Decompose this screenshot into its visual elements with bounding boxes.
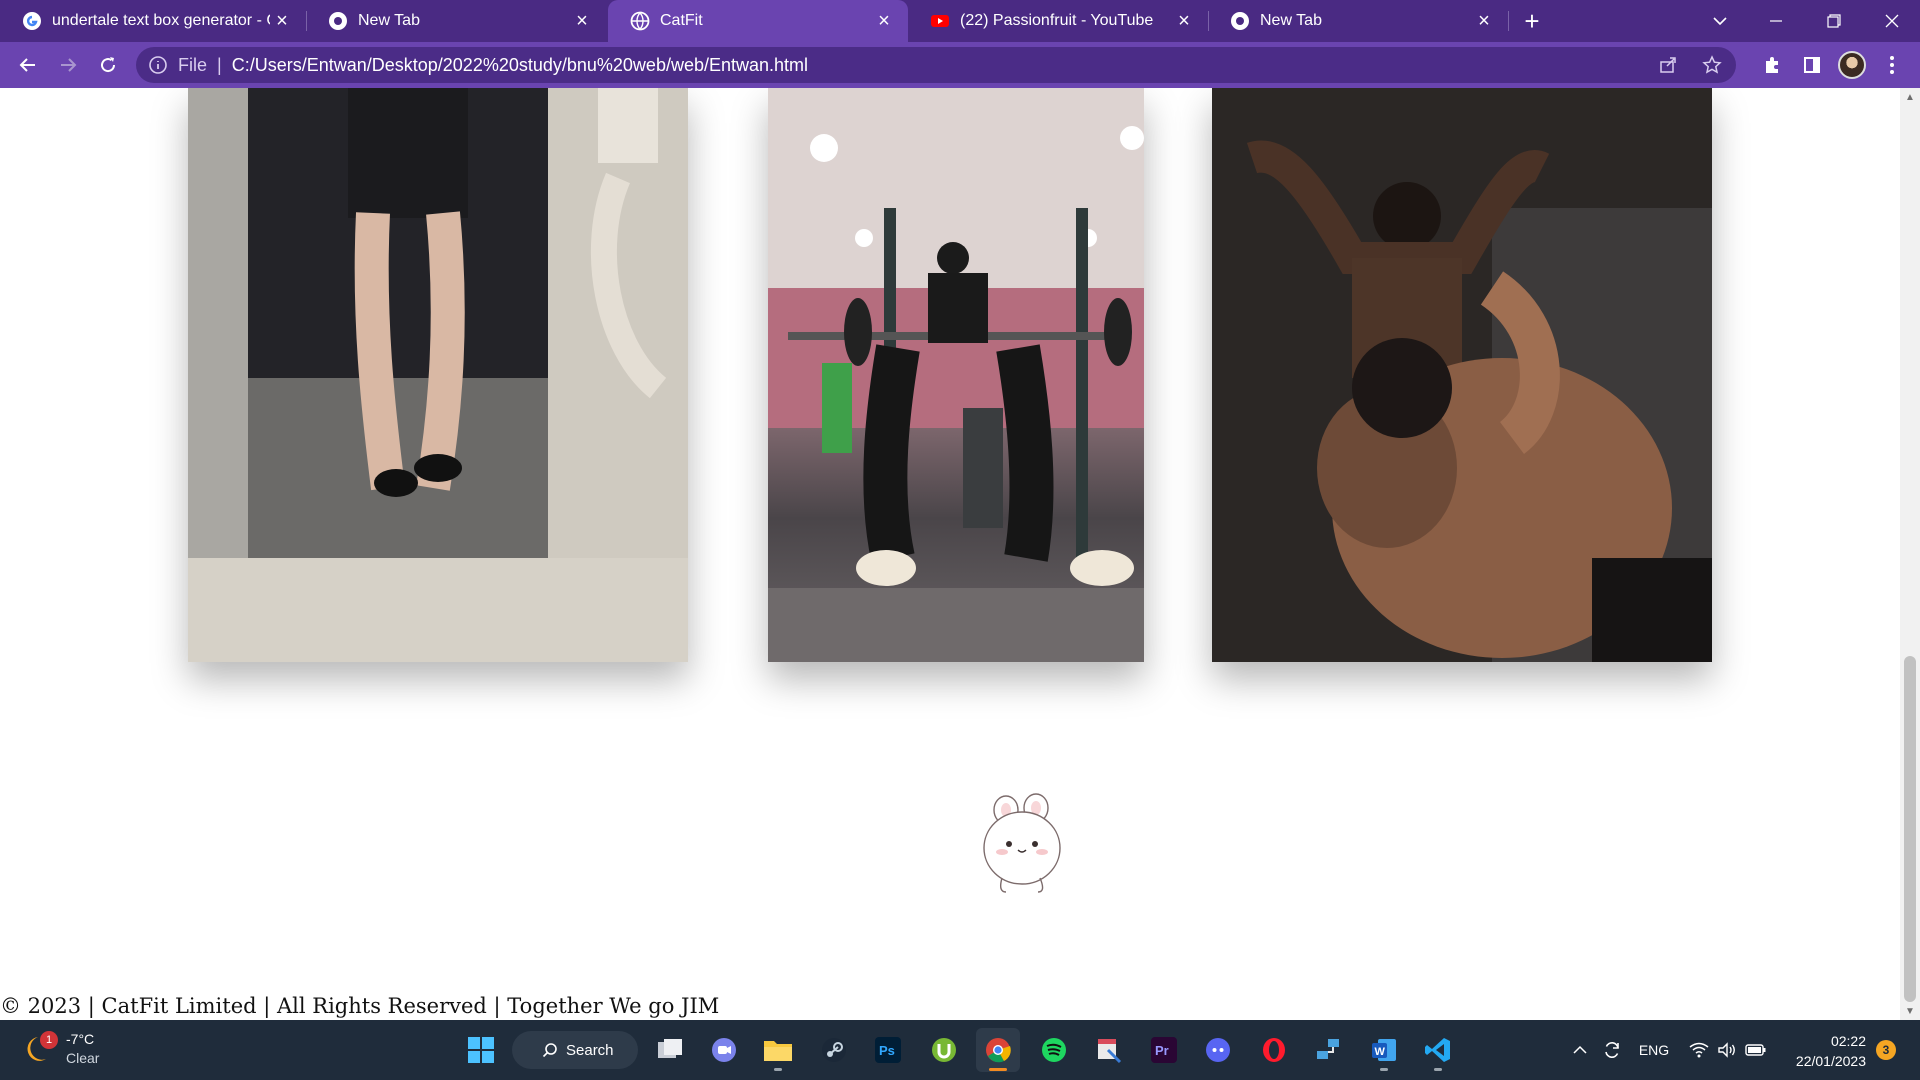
- tab-google-search[interactable]: undertale text box generator - Google Se…: [0, 0, 306, 42]
- globe-icon: [630, 11, 650, 31]
- tab-title: CatFit: [660, 12, 703, 29]
- photoshop-icon[interactable]: Ps: [866, 1028, 910, 1072]
- tab-title: undertale text box generator - Google Se…: [52, 12, 270, 29]
- file-explorer-icon[interactable]: [756, 1028, 800, 1072]
- side-panel-icon[interactable]: [1796, 49, 1828, 81]
- svg-text:W: W: [1375, 1046, 1386, 1058]
- legs-locker-room-photo: [188, 88, 688, 662]
- browser-tab-strip: undertale text box generator - Google Se…: [0, 0, 1920, 42]
- forward-arrow-icon[interactable]: [52, 49, 84, 81]
- chrome-taskbar-icon[interactable]: [976, 1028, 1020, 1072]
- address-divider: |: [217, 54, 222, 75]
- premiere-pro-icon[interactable]: Pr: [1142, 1028, 1186, 1072]
- steam-icon[interactable]: [812, 1028, 856, 1072]
- browser-toolbar: File | C:/Users/Entwan/Desktop/2022%20st…: [0, 42, 1920, 88]
- volume-icon[interactable]: [1716, 1038, 1738, 1062]
- weather-condition: Clear: [66, 1050, 100, 1066]
- close-tab-icon[interactable]: ×: [872, 9, 896, 33]
- browser-menu-icon[interactable]: [1876, 49, 1908, 81]
- bench-press-photo: [768, 88, 1144, 662]
- clock-date: 22/01/2023: [1795, 1053, 1866, 1069]
- taskbar-search-label: Search: [566, 1041, 614, 1059]
- spotify-icon[interactable]: [1032, 1028, 1076, 1072]
- sync-icon[interactable]: [1600, 1038, 1624, 1062]
- opera-icon[interactable]: [1252, 1028, 1296, 1072]
- svg-text:Ps: Ps: [879, 1043, 895, 1058]
- tab-catfit[interactable]: CatFit ×: [608, 0, 908, 42]
- close-tab-icon[interactable]: ×: [1172, 9, 1196, 33]
- scrollbar-thumb[interactable]: [1904, 656, 1916, 1002]
- extensions-puzzle-icon[interactable]: [1756, 49, 1788, 81]
- chrome-icon: [329, 12, 347, 30]
- page-scrollbar[interactable]: ▲ ▼: [1900, 88, 1920, 1020]
- svg-text:Pr: Pr: [1155, 1043, 1169, 1058]
- taskbar-search[interactable]: Search: [512, 1031, 638, 1069]
- close-window-icon[interactable]: [1864, 0, 1920, 42]
- scroll-up-arrow-icon[interactable]: ▲: [1900, 88, 1920, 106]
- tab-new-tab-2[interactable]: New Tab ×: [1208, 0, 1508, 42]
- close-tab-icon[interactable]: ×: [270, 9, 294, 33]
- utorrent-icon[interactable]: [922, 1028, 966, 1072]
- address-scheme-label: File: [178, 54, 208, 75]
- youtube-icon: [931, 15, 949, 27]
- share-icon[interactable]: [1654, 51, 1682, 79]
- page-content: © 2023 | CatFit Limited | All Rights Res…: [0, 88, 1900, 1020]
- close-tab-icon[interactable]: ×: [570, 9, 594, 33]
- reload-icon[interactable]: [92, 49, 124, 81]
- wifi-icon[interactable]: [1688, 1038, 1710, 1062]
- tab-new-tab-1[interactable]: New Tab ×: [306, 0, 606, 42]
- vscode-icon[interactable]: [1416, 1028, 1460, 1072]
- weather-alert-badge: 1: [40, 1031, 58, 1049]
- snipping-tool-icon[interactable]: [1086, 1028, 1130, 1072]
- moon-icon: 1: [24, 1031, 58, 1065]
- bunny-mascot: [978, 792, 1066, 896]
- language-indicator[interactable]: ENG: [1636, 1038, 1672, 1062]
- tab-separator: [1508, 11, 1509, 31]
- footer-copyright: © 2023 | CatFit Limited | All Rights Res…: [0, 994, 720, 1018]
- clock-time: 02:22: [1830, 1033, 1866, 1049]
- address-bar[interactable]: File | C:/Users/Entwan/Desktop/2022%20st…: [136, 47, 1736, 83]
- flexing-duo-photo: [1212, 88, 1712, 662]
- tab-title: New Tab: [358, 12, 420, 29]
- network-tool-icon[interactable]: [1306, 1028, 1350, 1072]
- tab-title: New Tab: [1260, 12, 1322, 29]
- new-tab-button[interactable]: +: [1517, 6, 1547, 36]
- battery-charging-icon[interactable]: [1744, 1038, 1768, 1062]
- tab-title: (22) Passionfruit - YouTube: [960, 12, 1154, 29]
- restore-window-icon[interactable]: [1806, 0, 1862, 42]
- chrome-icon: [1231, 12, 1249, 30]
- search-icon: [542, 1043, 557, 1058]
- discord-icon[interactable]: [1196, 1028, 1240, 1072]
- task-view-icon[interactable]: [648, 1028, 692, 1072]
- weather-widget[interactable]: 1 -7°C Clear: [24, 1030, 99, 1068]
- tab-youtube[interactable]: (22) Passionfruit - YouTube ×: [908, 0, 1208, 42]
- address-url[interactable]: C:/Users/Entwan/Desktop/2022%20study/bnu…: [232, 55, 808, 76]
- scroll-down-arrow-icon[interactable]: ▼: [1900, 1002, 1920, 1020]
- taskbar-clock[interactable]: 02:22 22/01/2023: [1796, 1031, 1866, 1071]
- show-hidden-icons-chevron-icon[interactable]: [1570, 1038, 1590, 1062]
- windows-taskbar: 1 -7°C Clear Search Ps Pr W ENG 02:22 22…: [0, 1020, 1920, 1080]
- bookmark-star-icon[interactable]: [1698, 51, 1726, 79]
- start-button[interactable]: [459, 1028, 503, 1072]
- word-icon[interactable]: W: [1362, 1028, 1406, 1072]
- minimize-window-icon[interactable]: [1748, 0, 1804, 42]
- profile-avatar[interactable]: [1836, 49, 1868, 81]
- close-tab-icon[interactable]: ×: [1472, 9, 1496, 33]
- tab-search-chevron-icon[interactable]: [1692, 0, 1748, 42]
- notification-count-badge[interactable]: 3: [1876, 1040, 1896, 1060]
- site-info-icon[interactable]: [148, 55, 168, 75]
- google-icon: [23, 12, 41, 30]
- windows-logo-icon: [468, 1037, 494, 1063]
- teams-chat-icon[interactable]: [702, 1028, 746, 1072]
- weather-temperature: -7°C: [66, 1031, 95, 1047]
- back-arrow-icon[interactable]: [12, 49, 44, 81]
